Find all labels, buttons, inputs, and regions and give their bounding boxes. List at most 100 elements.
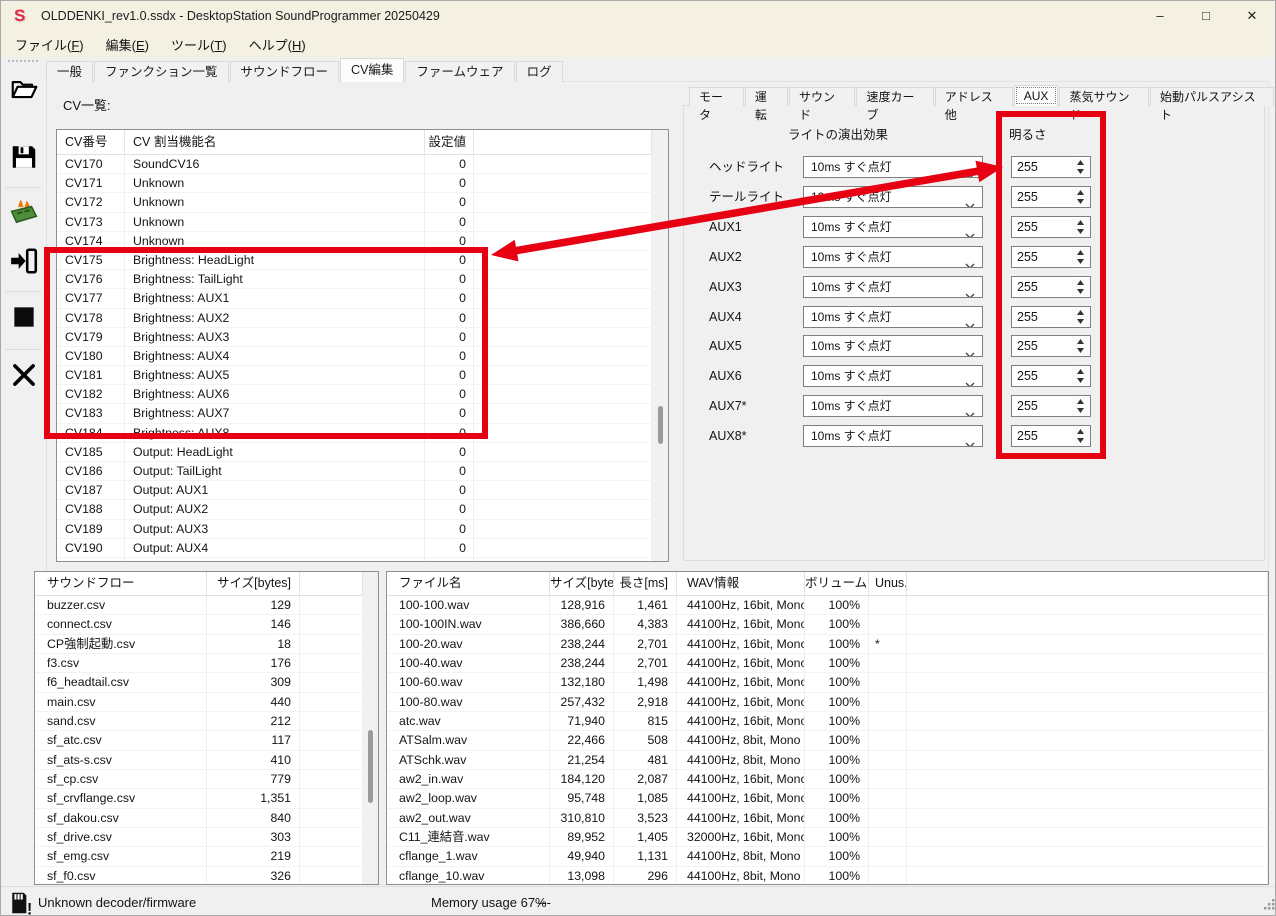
soundflow-scrollbar-thumb[interactable] (368, 730, 373, 803)
resize-grip[interactable] (1262, 897, 1276, 916)
effect-select-value: 10ms すぐ点灯 (811, 280, 892, 294)
files-col-name[interactable]: ファイル名 (387, 572, 550, 595)
tools-button[interactable] (3, 355, 44, 399)
file-wavinfo-cell: 44100Hz, 16bit, Mono (677, 712, 805, 730)
aux-tab-aux[interactable]: AUX (1014, 85, 1059, 106)
wav-file-row[interactable]: atc.wav71,94081544100Hz, 16bit, Mono100% (387, 712, 1268, 731)
cv-row-cv190[interactable]: CV190Output: AUX40 (57, 539, 668, 558)
file-wavinfo-cell: 44100Hz, 8bit, Mono (677, 751, 805, 769)
soundflow-row[interactable]: f6_headtail.csv309 (35, 673, 378, 692)
cv-row-cv186[interactable]: CV186Output: TailLight0 (57, 462, 668, 481)
aux-tab-speed-curve[interactable]: 速度カーブ (856, 87, 933, 106)
cv-row-cv185[interactable]: CV185Output: HeadLight0 (57, 443, 668, 462)
effect-select-4[interactable]: 10ms すぐ点灯 (803, 276, 983, 298)
tab-log[interactable]: ログ (516, 61, 563, 82)
cv-col-name[interactable]: CV 割当機能名 (125, 130, 425, 154)
soundflow-row[interactable]: sf_atc.csv117 (35, 731, 378, 750)
toolbar-grip[interactable] (8, 60, 38, 62)
aux-tab-address-etc[interactable]: アドレス他 (935, 87, 1013, 106)
maximize-button[interactable]: □ (1183, 1, 1229, 31)
soundflow-row[interactable]: sf_drive.csv303 (35, 828, 378, 847)
wav-file-row[interactable]: aw2_in.wav184,1202,08744100Hz, 16bit, Mo… (387, 770, 1268, 789)
effect-select-6[interactable]: 10ms すぐ点灯 (803, 335, 983, 357)
aux-tab-sound[interactable]: サウンド (789, 87, 855, 106)
soundflow-row[interactable]: sf_cp.csv779 (35, 770, 378, 789)
files-col-size[interactable]: サイズ[bytes] (550, 572, 614, 595)
wav-file-row[interactable]: cflange_1.wav49,9401,13144100Hz, 8bit, M… (387, 847, 1268, 866)
wav-file-row[interactable]: 100-80.wav257,4322,91844100Hz, 16bit, Mo… (387, 693, 1268, 712)
wav-file-row[interactable]: 100-40.wav238,2442,70144100Hz, 16bit, Mo… (387, 654, 1268, 673)
cv-col-value[interactable]: 設定値 (425, 130, 474, 154)
soundflow-row[interactable]: sf_crvflange.csv1,351 (35, 789, 378, 808)
open-folder-button[interactable] (3, 69, 44, 113)
soundflow-row[interactable]: CP強制起動.csv18 (35, 635, 378, 654)
aux-tab-drive[interactable]: 運転 (745, 87, 788, 106)
effect-select-5[interactable]: 10ms すぐ点灯 (803, 306, 983, 328)
wav-file-row[interactable]: aw2_out.wav310,8103,52344100Hz, 16bit, M… (387, 809, 1268, 828)
tab-function-list[interactable]: ファンクション一覧 (94, 61, 229, 82)
files-col-wavinfo[interactable]: WAV情報 (677, 572, 805, 595)
cv-row-cv171[interactable]: CV171Unknown0 (57, 174, 668, 193)
soundflow-row[interactable]: sf_dakou.csv840 (35, 809, 378, 828)
close-button[interactable]: ✕ (1229, 1, 1275, 31)
files-col-unused[interactable]: Unus... (869, 572, 907, 595)
effect-select-8[interactable]: 10ms すぐ点灯 (803, 395, 983, 417)
minimize-button[interactable]: – (1137, 1, 1183, 31)
soundflow-row[interactable]: buzzer.csv129 (35, 596, 378, 615)
cv-table-scrollbar[interactable] (652, 130, 668, 561)
wav-file-row[interactable]: cflange_10.wav13,09829644100Hz, 8bit, Mo… (387, 867, 1268, 885)
wav-file-row[interactable]: C11_連結音.wav89,9521,40532000Hz, 16bit, Mo… (387, 828, 1268, 847)
soundflow-size-cell: 309 (207, 673, 300, 691)
effect-select-7[interactable]: 10ms すぐ点灯 (803, 365, 983, 387)
cv-row-cv170[interactable]: CV170SoundCV160 (57, 155, 668, 174)
wav-file-row[interactable]: ATSalm.wav22,46650844100Hz, 8bit, Mono10… (387, 731, 1268, 750)
soundflow-row[interactable]: f3.csv176 (35, 654, 378, 673)
soundflow-col-size[interactable]: サイズ[bytes] (207, 572, 300, 595)
soundflow-scrollbar[interactable] (363, 572, 378, 884)
cv-col-number[interactable]: CV番号 (57, 130, 125, 154)
write-device-button[interactable] (3, 241, 44, 285)
tab-general[interactable]: 一般 (46, 61, 93, 82)
tab-cv-edit[interactable]: CV編集 (340, 58, 404, 82)
effect-select-3[interactable]: 10ms すぐ点灯 (803, 246, 983, 268)
menu-file[interactable]: ファイル(F) (4, 35, 95, 54)
aux-tab-start-pulse-assist[interactable]: 始動パルスアシスト (1150, 87, 1274, 106)
menu-tools[interactable]: ツール(T) (160, 35, 238, 54)
cv-row-cv189[interactable]: CV189Output: AUX30 (57, 520, 668, 539)
cv-row-cv187[interactable]: CV187Output: AUX10 (57, 481, 668, 500)
menu-help[interactable]: ヘルプ(H) (238, 35, 317, 54)
menu-edit[interactable]: 編集(E) (95, 35, 160, 54)
soundflow-row[interactable]: main.csv440 (35, 693, 378, 712)
stop-button[interactable] (3, 297, 44, 341)
soundflow-row[interactable]: sf_f0.csv326 (35, 867, 378, 885)
wav-file-row[interactable]: 100-60.wav132,1801,49844100Hz, 16bit, Mo… (387, 673, 1268, 692)
soundflow-row[interactable]: sf_ats-s.csv410 (35, 751, 378, 770)
files-col-volume[interactable]: ボリューム (805, 572, 869, 595)
cv-table-scrollbar-thumb[interactable] (658, 406, 663, 444)
file-size-cell: 238,244 (550, 635, 614, 653)
effect-select-9[interactable]: 10ms すぐ点灯 (803, 425, 983, 447)
save-button[interactable] (3, 137, 44, 181)
cv-row-cv191[interactable]: CV191Output: AUX50 (57, 558, 668, 562)
soundflow-row[interactable]: sf_emg.csv219 (35, 847, 378, 866)
aux-tab-steam-sound[interactable]: 蒸気サウンド (1059, 87, 1149, 106)
effect-select-1[interactable]: 10ms すぐ点灯 (803, 186, 983, 208)
soundflow-col-name[interactable]: サウンドフロー (35, 572, 207, 595)
firmware-chip-button[interactable] (3, 193, 44, 237)
effect-select-0[interactable]: 10ms すぐ点灯 (803, 156, 983, 178)
tab-firmware[interactable]: ファームウェア (405, 61, 514, 82)
soundflow-row[interactable]: sand.csv212 (35, 712, 378, 731)
wav-file-row[interactable]: 100-100.wav128,9161,46144100Hz, 16bit, M… (387, 596, 1268, 615)
tab-soundflow[interactable]: サウンドフロー (230, 61, 340, 82)
wav-file-row[interactable]: 100-20.wav238,2442,70144100Hz, 16bit, Mo… (387, 635, 1268, 654)
cv-row-cv188[interactable]: CV188Output: AUX20 (57, 500, 668, 519)
wav-file-row[interactable]: aw2_loop.wav95,7481,08544100Hz, 16bit, M… (387, 789, 1268, 808)
wav-file-row[interactable]: ATSchk.wav21,25448144100Hz, 8bit, Mono10… (387, 751, 1268, 770)
soundflow-row[interactable]: connect.csv146 (35, 615, 378, 634)
files-col-length[interactable]: 長さ[ms] (614, 572, 677, 595)
cv-row-cv173[interactable]: CV173Unknown0 (57, 213, 668, 232)
cv-row-cv172[interactable]: CV172Unknown0 (57, 193, 668, 212)
aux-tab-motor[interactable]: モータ (689, 87, 744, 106)
wav-file-row[interactable]: 100-100IN.wav386,6604,38344100Hz, 16bit,… (387, 615, 1268, 634)
effect-select-2[interactable]: 10ms すぐ点灯 (803, 216, 983, 238)
